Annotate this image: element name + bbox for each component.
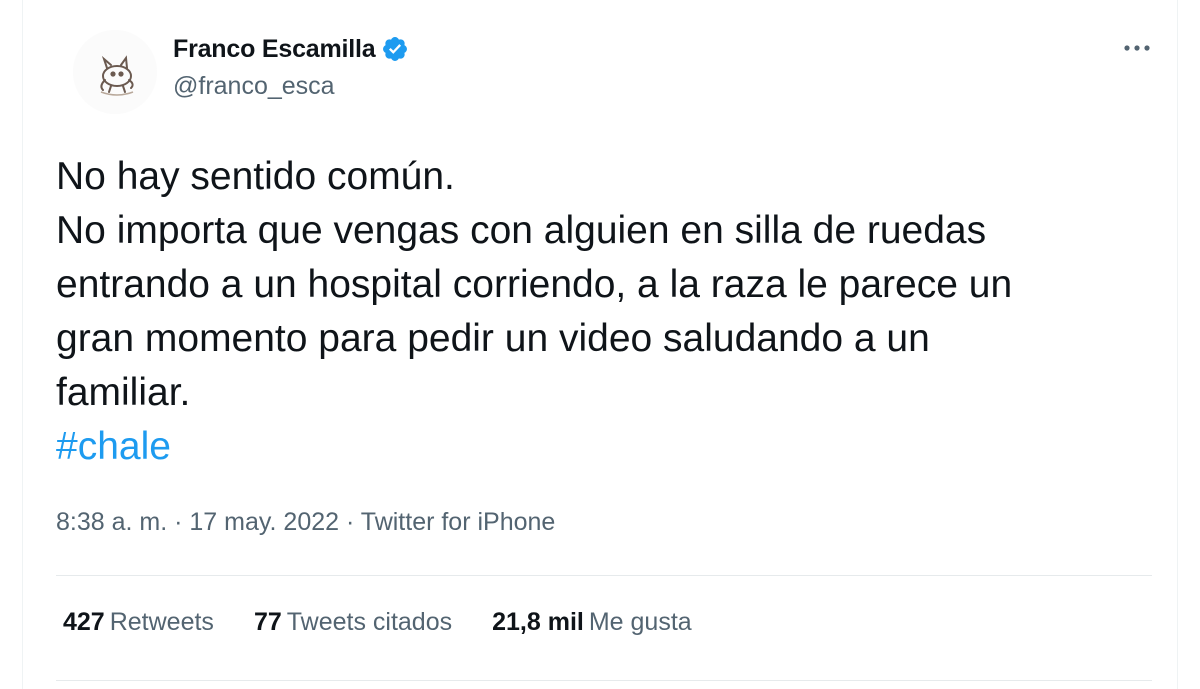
more-options-icon[interactable]: [1119, 36, 1155, 60]
tweet-text-line: No importa que vengas con alguien en sil…: [56, 209, 987, 252]
tweet-source[interactable]: Twitter for iPhone: [361, 508, 556, 536]
hashtag-link[interactable]: #chale: [56, 420, 1166, 474]
meta-separator: ·: [339, 508, 361, 536]
author-handle[interactable]: @franco_esca: [173, 72, 335, 101]
author-name-row: Franco Escamilla: [173, 30, 409, 68]
quotes-label: Tweets citados: [286, 608, 453, 636]
author-name[interactable]: Franco Escamilla: [173, 35, 376, 64]
tweet-text-line: No hay sentido común.: [56, 155, 455, 198]
likes-label: Me gusta: [588, 608, 692, 636]
tweet-card: Franco Escamilla @franco_esca No hay sen…: [22, 0, 1178, 689]
retweets-label: Retweets: [109, 608, 214, 636]
tweet-text-line: gran momento para pedir un video saludan…: [56, 317, 930, 360]
tweet-meta: 8:38 a. m. · 17 may. 2022 · Twitter for …: [56, 508, 555, 537]
tweet-time[interactable]: 8:38 a. m.: [56, 508, 167, 536]
quotes-count: 77: [253, 608, 282, 636]
tweet-text-line: entrando a un hospital corriendo, a la r…: [56, 263, 1013, 306]
tweet-date[interactable]: 17 may. 2022: [189, 508, 339, 536]
tweet-text: No hay sentido común. No importa que ven…: [56, 150, 1166, 474]
tweet-stats: 427 Retweets 77 Tweets citados 21,8 mil Me …: [63, 608, 732, 637]
divider: [56, 680, 1152, 681]
divider: [56, 575, 1152, 576]
retweets-stat[interactable]: 427 Retweets: [63, 608, 214, 637]
avatar-illustration-icon: [73, 30, 157, 114]
meta-separator: ·: [167, 508, 190, 536]
tweet-text-line: familiar.: [56, 371, 191, 414]
retweets-count: 427: [63, 608, 105, 636]
avatar[interactable]: [73, 30, 157, 114]
likes-count: 21,8 mil: [492, 608, 584, 636]
quotes-stat[interactable]: 77 Tweets citados: [254, 608, 452, 637]
verified-badge-icon: [383, 37, 408, 61]
likes-stat[interactable]: 21,8 mil Me gusta: [492, 608, 692, 637]
